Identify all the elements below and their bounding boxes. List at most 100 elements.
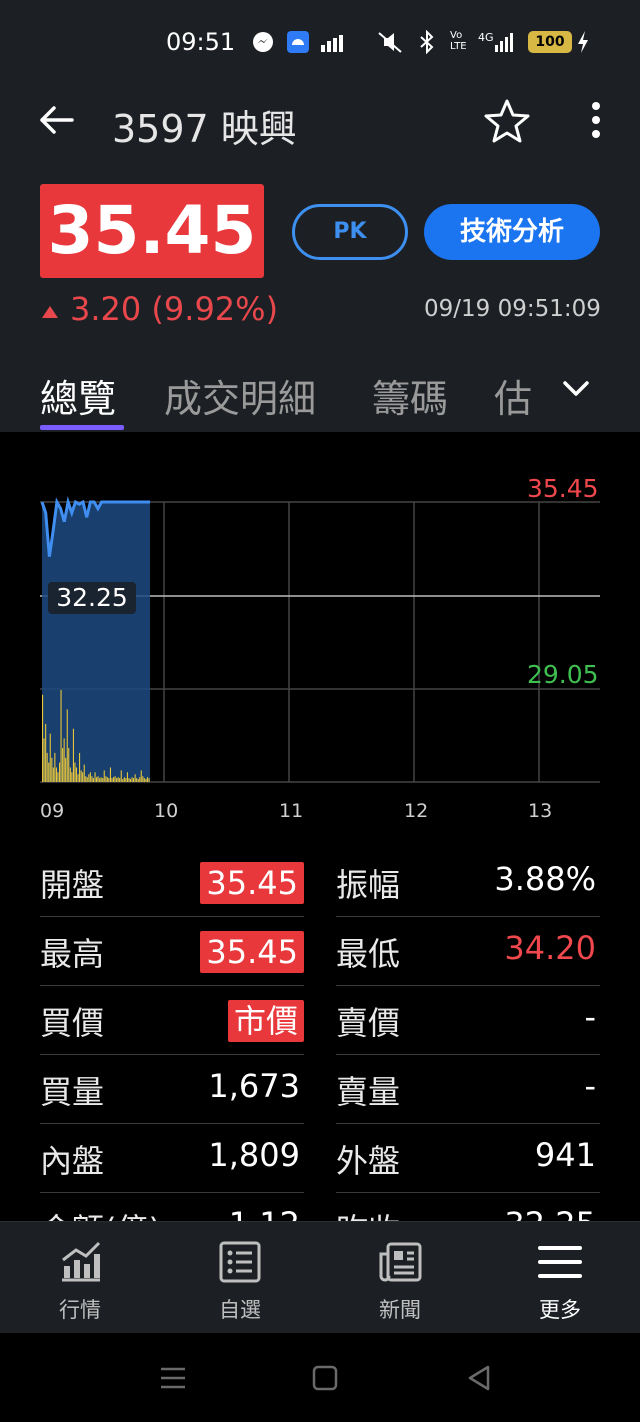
- stat-label: 賣價: [336, 1004, 401, 1042]
- stat-label: 振幅: [336, 866, 401, 904]
- volume-bar: [79, 752, 81, 782]
- tab-trade-details[interactable]: 成交明細: [164, 368, 316, 423]
- nav-label: 更多: [539, 1298, 581, 1322]
- volume-bar: [43, 738, 45, 782]
- tab-overview[interactable]: 總覽: [40, 368, 116, 423]
- volume-bar: [123, 777, 125, 782]
- up-triangle-icon: [42, 306, 58, 318]
- bid-price: 市價: [227, 1000, 304, 1042]
- technical-analysis-button[interactable]: 技術分析: [424, 204, 600, 260]
- volume-bar: [66, 709, 68, 782]
- volume-bar: [72, 728, 74, 782]
- volume-bar: [140, 770, 142, 782]
- volume-bar: [143, 778, 145, 782]
- stat-label: 最低: [336, 935, 401, 973]
- volume-bar: [119, 778, 121, 782]
- volume-bar: [106, 777, 108, 782]
- status-time: 09:51: [166, 28, 236, 56]
- volume-bar: [48, 762, 50, 782]
- volume-bar: [146, 777, 148, 782]
- volume-bar: [62, 748, 64, 782]
- time-tick: 12: [404, 800, 429, 822]
- stat-row: 買量 1,673 賣量 -: [40, 1055, 600, 1124]
- amplitude-value: 3.88%: [494, 860, 596, 898]
- tab-chips[interactable]: 籌碼: [372, 368, 448, 423]
- bluetooth-icon: [420, 30, 434, 54]
- nav-watchlist[interactable]: 自選: [160, 1222, 320, 1334]
- volume-bar: [77, 774, 79, 782]
- volume-bar: [145, 779, 147, 782]
- volume-bar: [139, 777, 141, 782]
- news-icon: [379, 1242, 422, 1282]
- back-icon[interactable]: [464, 1363, 494, 1393]
- quote-timestamp: 09/19 09:51:09: [424, 296, 601, 322]
- stat-label: 買量: [40, 1073, 105, 1111]
- volume-bar: [109, 767, 111, 782]
- low-price: 34.20: [504, 929, 596, 967]
- volume-bar: [148, 778, 150, 782]
- volume-bar: [136, 778, 138, 782]
- network-type-icon: 4G: [478, 31, 494, 44]
- nav-label: 自選: [219, 1298, 261, 1322]
- stat-label: 內盤: [40, 1142, 105, 1180]
- list-icon: [219, 1241, 261, 1283]
- volume-bar: [68, 748, 70, 782]
- volume-bar: [96, 777, 98, 782]
- chart-high-label: 35.45: [527, 474, 599, 503]
- volume-bar: [129, 779, 131, 782]
- charging-icon: [578, 31, 588, 53]
- volume-bar: [117, 777, 119, 782]
- stat-row: 內盤 1,809 外盤 941: [40, 1124, 600, 1193]
- pk-button[interactable]: PK: [292, 204, 408, 260]
- volume-bar: [63, 738, 65, 782]
- volume-bar: [122, 779, 124, 782]
- volume-bar: [114, 776, 116, 782]
- nav-more[interactable]: 更多: [480, 1222, 640, 1334]
- open-price: 35.45: [200, 862, 304, 904]
- chevron-down-icon[interactable]: [562, 378, 590, 400]
- chart-icon: [62, 1241, 101, 1282]
- time-tick: 09: [40, 800, 65, 822]
- volume-bar: [86, 777, 88, 782]
- stock-title: 3597 映興: [112, 107, 297, 151]
- stat-row: 買價 市價 賣價 -: [40, 986, 600, 1055]
- nav-quotes[interactable]: 行情: [0, 1222, 160, 1334]
- volume-bar: [85, 776, 87, 782]
- volume-bar: [59, 762, 61, 782]
- nav-news[interactable]: 新聞: [320, 1222, 480, 1334]
- inner-volume: 1,809: [208, 1136, 300, 1174]
- stat-label: 賣量: [336, 1073, 401, 1111]
- volume-bar: [52, 767, 54, 782]
- nav-label: 新聞: [379, 1298, 421, 1322]
- volume-bar: [60, 690, 62, 782]
- stat-row: 開盤 35.45 振幅 3.88%: [40, 848, 600, 917]
- home-icon[interactable]: [310, 1363, 340, 1393]
- volume-bar: [80, 770, 82, 782]
- mute-icon: [378, 32, 402, 53]
- stat-row: 最高 35.45 最低 34.20: [40, 917, 600, 986]
- status-bar: 09:51 Vo LTE 4G 100: [0, 0, 640, 86]
- volume-bar: [111, 778, 113, 782]
- favorite-star-icon[interactable]: [484, 98, 530, 144]
- volume-bar: [108, 778, 110, 782]
- stat-label: 最高: [40, 935, 105, 973]
- time-tick: 10: [154, 800, 179, 822]
- bid-volume: 1,673: [208, 1067, 300, 1105]
- volume-bar: [142, 776, 144, 782]
- volume-bar: [92, 778, 94, 782]
- tab-valuation[interactable]: 估: [494, 368, 532, 423]
- volume-bar: [57, 772, 59, 782]
- recents-icon[interactable]: [158, 1363, 188, 1393]
- system-nav-bar: [0, 1333, 640, 1422]
- back-arrow-icon[interactable]: [36, 100, 76, 140]
- volume-bar: [45, 723, 47, 782]
- price-area: [42, 502, 150, 782]
- volume-bar: [65, 757, 67, 782]
- volume-bar: [55, 767, 57, 782]
- volume-bar: [71, 772, 73, 782]
- more-options-icon[interactable]: [584, 100, 608, 140]
- volume-bar: [49, 733, 51, 782]
- volume-bar: [97, 776, 99, 782]
- volume-bar: [74, 762, 76, 782]
- battery-icon: 100: [528, 31, 572, 53]
